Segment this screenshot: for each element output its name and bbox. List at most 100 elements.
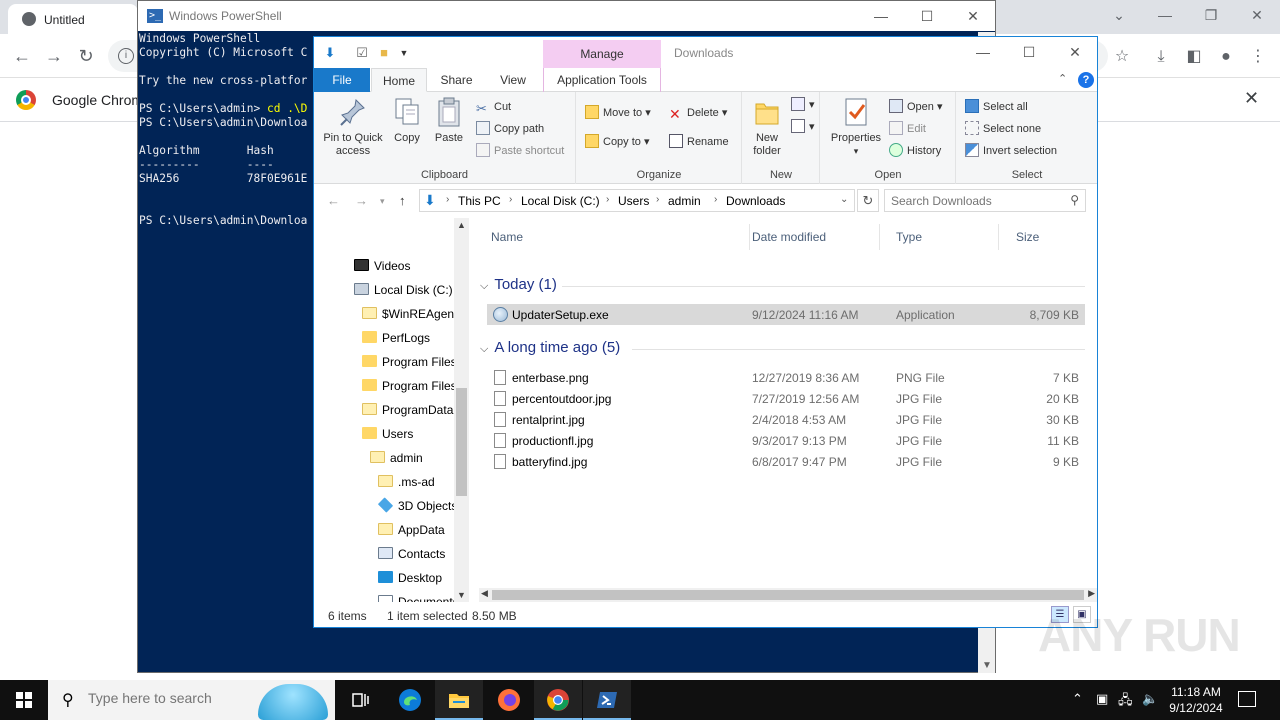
- start-button[interactable]: [0, 680, 48, 720]
- forward-arrow-icon[interactable]: →: [355, 193, 368, 208]
- minimize-button[interactable]: —: [858, 5, 904, 27]
- file-row[interactable]: batteryfind.jpg 6/8/2017 9:47 PM JPG File 9…: [487, 451, 1085, 472]
- nav-scrollbar[interactable]: ▲ ▼: [454, 218, 469, 602]
- taskbar-clock[interactable]: 11:18 AM 9/12/2024: [1160, 684, 1232, 716]
- invert-selection-button[interactable]: Invert selection: [965, 142, 1057, 160]
- group-collapse-chevron-icon[interactable]: ⌵: [480, 280, 488, 292]
- move-to-button[interactable]: Move to ▾: [585, 104, 651, 122]
- breadcrumb-segment[interactable]: This PC: [458, 194, 501, 208]
- new-item-button[interactable]: ▾: [791, 96, 815, 114]
- taskbar-file-explorer[interactable]: [435, 680, 483, 720]
- scroll-up-icon[interactable]: ▲: [457, 220, 466, 230]
- search-input[interactable]: [891, 191, 1061, 210]
- maximize-button[interactable]: ☐: [1006, 41, 1052, 63]
- reload-button[interactable]: ↻: [74, 44, 98, 68]
- nav-item[interactable]: ProgramData: [314, 398, 454, 422]
- column-type[interactable]: Type: [879, 224, 999, 250]
- address-dropdown-icon[interactable]: ⌄: [840, 194, 848, 205]
- nav-item[interactable]: PerfLogs: [314, 326, 454, 350]
- breadcrumb-chevron-icon[interactable]: ›: [509, 194, 512, 205]
- breadcrumb[interactable]: ⬇ › This PC › Local Disk (C:) › Users › admin › D…: [419, 189, 855, 212]
- pin-quick-access-button[interactable]: Pin to Quick access: [318, 96, 388, 158]
- file-row[interactable]: rentalprint.jpg 2/4/2018 4:53 AM JPG File 3…: [487, 409, 1085, 430]
- maximize-button[interactable]: ☐: [904, 5, 950, 27]
- breadcrumb-segment[interactable]: Users: [618, 194, 649, 208]
- tab-view[interactable]: View: [486, 68, 540, 92]
- task-view-button[interactable]: [336, 680, 384, 720]
- menu-dots-icon[interactable]: ⋮: [1247, 46, 1269, 68]
- select-none-button[interactable]: Select none: [965, 120, 1041, 138]
- volume-icon[interactable]: 🔈: [1142, 691, 1158, 707]
- file-row[interactable]: productionfl.jpg 9/3/2017 9:13 PM JPG File…: [487, 430, 1085, 451]
- breadcrumb-chevron-icon[interactable]: ›: [714, 194, 717, 205]
- back-button[interactable]: ←: [10, 44, 34, 68]
- properties-button[interactable]: Properties ▾: [827, 96, 885, 158]
- nav-item[interactable]: admin: [314, 446, 454, 470]
- tray-device-icon[interactable]: ▣: [1096, 691, 1108, 707]
- history-button[interactable]: History: [889, 142, 941, 160]
- profile-avatar[interactable]: ●: [1215, 46, 1237, 68]
- paste-shortcut-button[interactable]: Paste shortcut: [476, 142, 564, 160]
- help-icon[interactable]: ?: [1078, 72, 1094, 88]
- edit-button[interactable]: Edit: [889, 120, 926, 138]
- taskbar-chrome[interactable]: [534, 680, 582, 720]
- breadcrumb-chevron-icon[interactable]: ›: [656, 194, 659, 205]
- taskbar-search[interactable]: ⚲: [48, 680, 335, 720]
- nav-item[interactable]: Local Disk (C:): [314, 278, 454, 302]
- nav-item[interactable]: AppData: [314, 518, 454, 542]
- easy-access-button[interactable]: ▾: [791, 118, 815, 136]
- back-arrow-icon[interactable]: ←: [327, 193, 340, 208]
- info-icon[interactable]: i: [118, 48, 134, 64]
- taskbar-powershell[interactable]: [583, 680, 631, 720]
- file-list-hscrollbar[interactable]: ◀ ▶: [479, 588, 1097, 602]
- down-arrow-icon[interactable]: ⬇: [322, 45, 338, 61]
- column-date-modified[interactable]: Date modified: [735, 224, 880, 250]
- tray-chevron-icon[interactable]: ⌃: [1072, 691, 1083, 707]
- chrome-tab[interactable]: Untitled: [8, 4, 138, 34]
- recent-chevron-icon[interactable]: ▾: [380, 196, 385, 207]
- open-button[interactable]: Open ▾: [889, 98, 943, 116]
- refresh-icon[interactable]: ↻: [857, 189, 879, 212]
- taskbar-firefox[interactable]: [485, 680, 533, 720]
- tab-application-tools[interactable]: Application Tools: [543, 68, 661, 92]
- new-folder-button[interactable]: New folder: [747, 96, 787, 158]
- paste-button[interactable]: Paste: [430, 96, 468, 145]
- nav-item[interactable]: Users: [314, 422, 454, 446]
- minimize-button[interactable]: —: [960, 41, 1006, 63]
- nav-item[interactable]: .ms-ad: [314, 470, 454, 494]
- breadcrumb-segment[interactable]: Local Disk (C:): [521, 194, 600, 208]
- properties-check-icon[interactable]: ☑: [354, 45, 370, 61]
- forward-button[interactable]: →: [42, 44, 66, 68]
- nav-item[interactable]: Program Files: [314, 374, 454, 398]
- column-name[interactable]: Name: [474, 224, 750, 250]
- select-all-button[interactable]: Select all: [965, 98, 1028, 116]
- nav-item[interactable]: $WinREAgent: [314, 302, 454, 326]
- file-row[interactable]: enterbase.png 12/27/2019 8:36 AM PNG File 7…: [487, 367, 1085, 388]
- tab-home[interactable]: Home: [371, 68, 427, 92]
- cut-button[interactable]: ✂ Cut: [476, 98, 511, 116]
- nav-item[interactable]: Contacts: [314, 542, 454, 566]
- group-collapse-chevron-icon[interactable]: ⌵: [480, 343, 488, 355]
- nav-item[interactable]: Videos: [314, 254, 454, 278]
- taskbar-search-input[interactable]: [88, 690, 248, 706]
- copy-button[interactable]: Copy: [390, 96, 424, 145]
- copy-path-button[interactable]: Copy path: [476, 120, 544, 138]
- close-button[interactable]: ✕: [1242, 4, 1272, 26]
- new-folder-icon[interactable]: ■: [376, 45, 392, 61]
- minimize-button[interactable]: —: [1150, 4, 1180, 26]
- chevron-down-icon[interactable]: ⌄: [1104, 4, 1134, 26]
- collapse-ribbon-icon[interactable]: ⌃: [1058, 72, 1067, 85]
- scroll-left-icon[interactable]: ◀: [481, 588, 488, 599]
- nav-item[interactable]: 3D Objects: [314, 494, 454, 518]
- file-row[interactable]: percentoutdoor.jpg 7/27/2019 12:56 AM JPG …: [487, 388, 1085, 409]
- scroll-right-icon[interactable]: ▶: [1088, 588, 1095, 599]
- notification-icon[interactable]: [1238, 691, 1256, 707]
- infobar-close-icon[interactable]: ✕: [1244, 88, 1259, 109]
- up-arrow-icon[interactable]: ↑: [399, 193, 406, 208]
- hscroll-thumb[interactable]: [492, 590, 1084, 600]
- taskbar-edge[interactable]: [386, 680, 434, 720]
- group-header[interactable]: ⌵ A long time ago (5): [480, 339, 620, 356]
- scroll-down-icon[interactable]: ▼: [982, 660, 992, 671]
- delete-button[interactable]: ✕ Delete ▾: [669, 104, 727, 122]
- breadcrumb-segment[interactable]: admin: [668, 194, 701, 208]
